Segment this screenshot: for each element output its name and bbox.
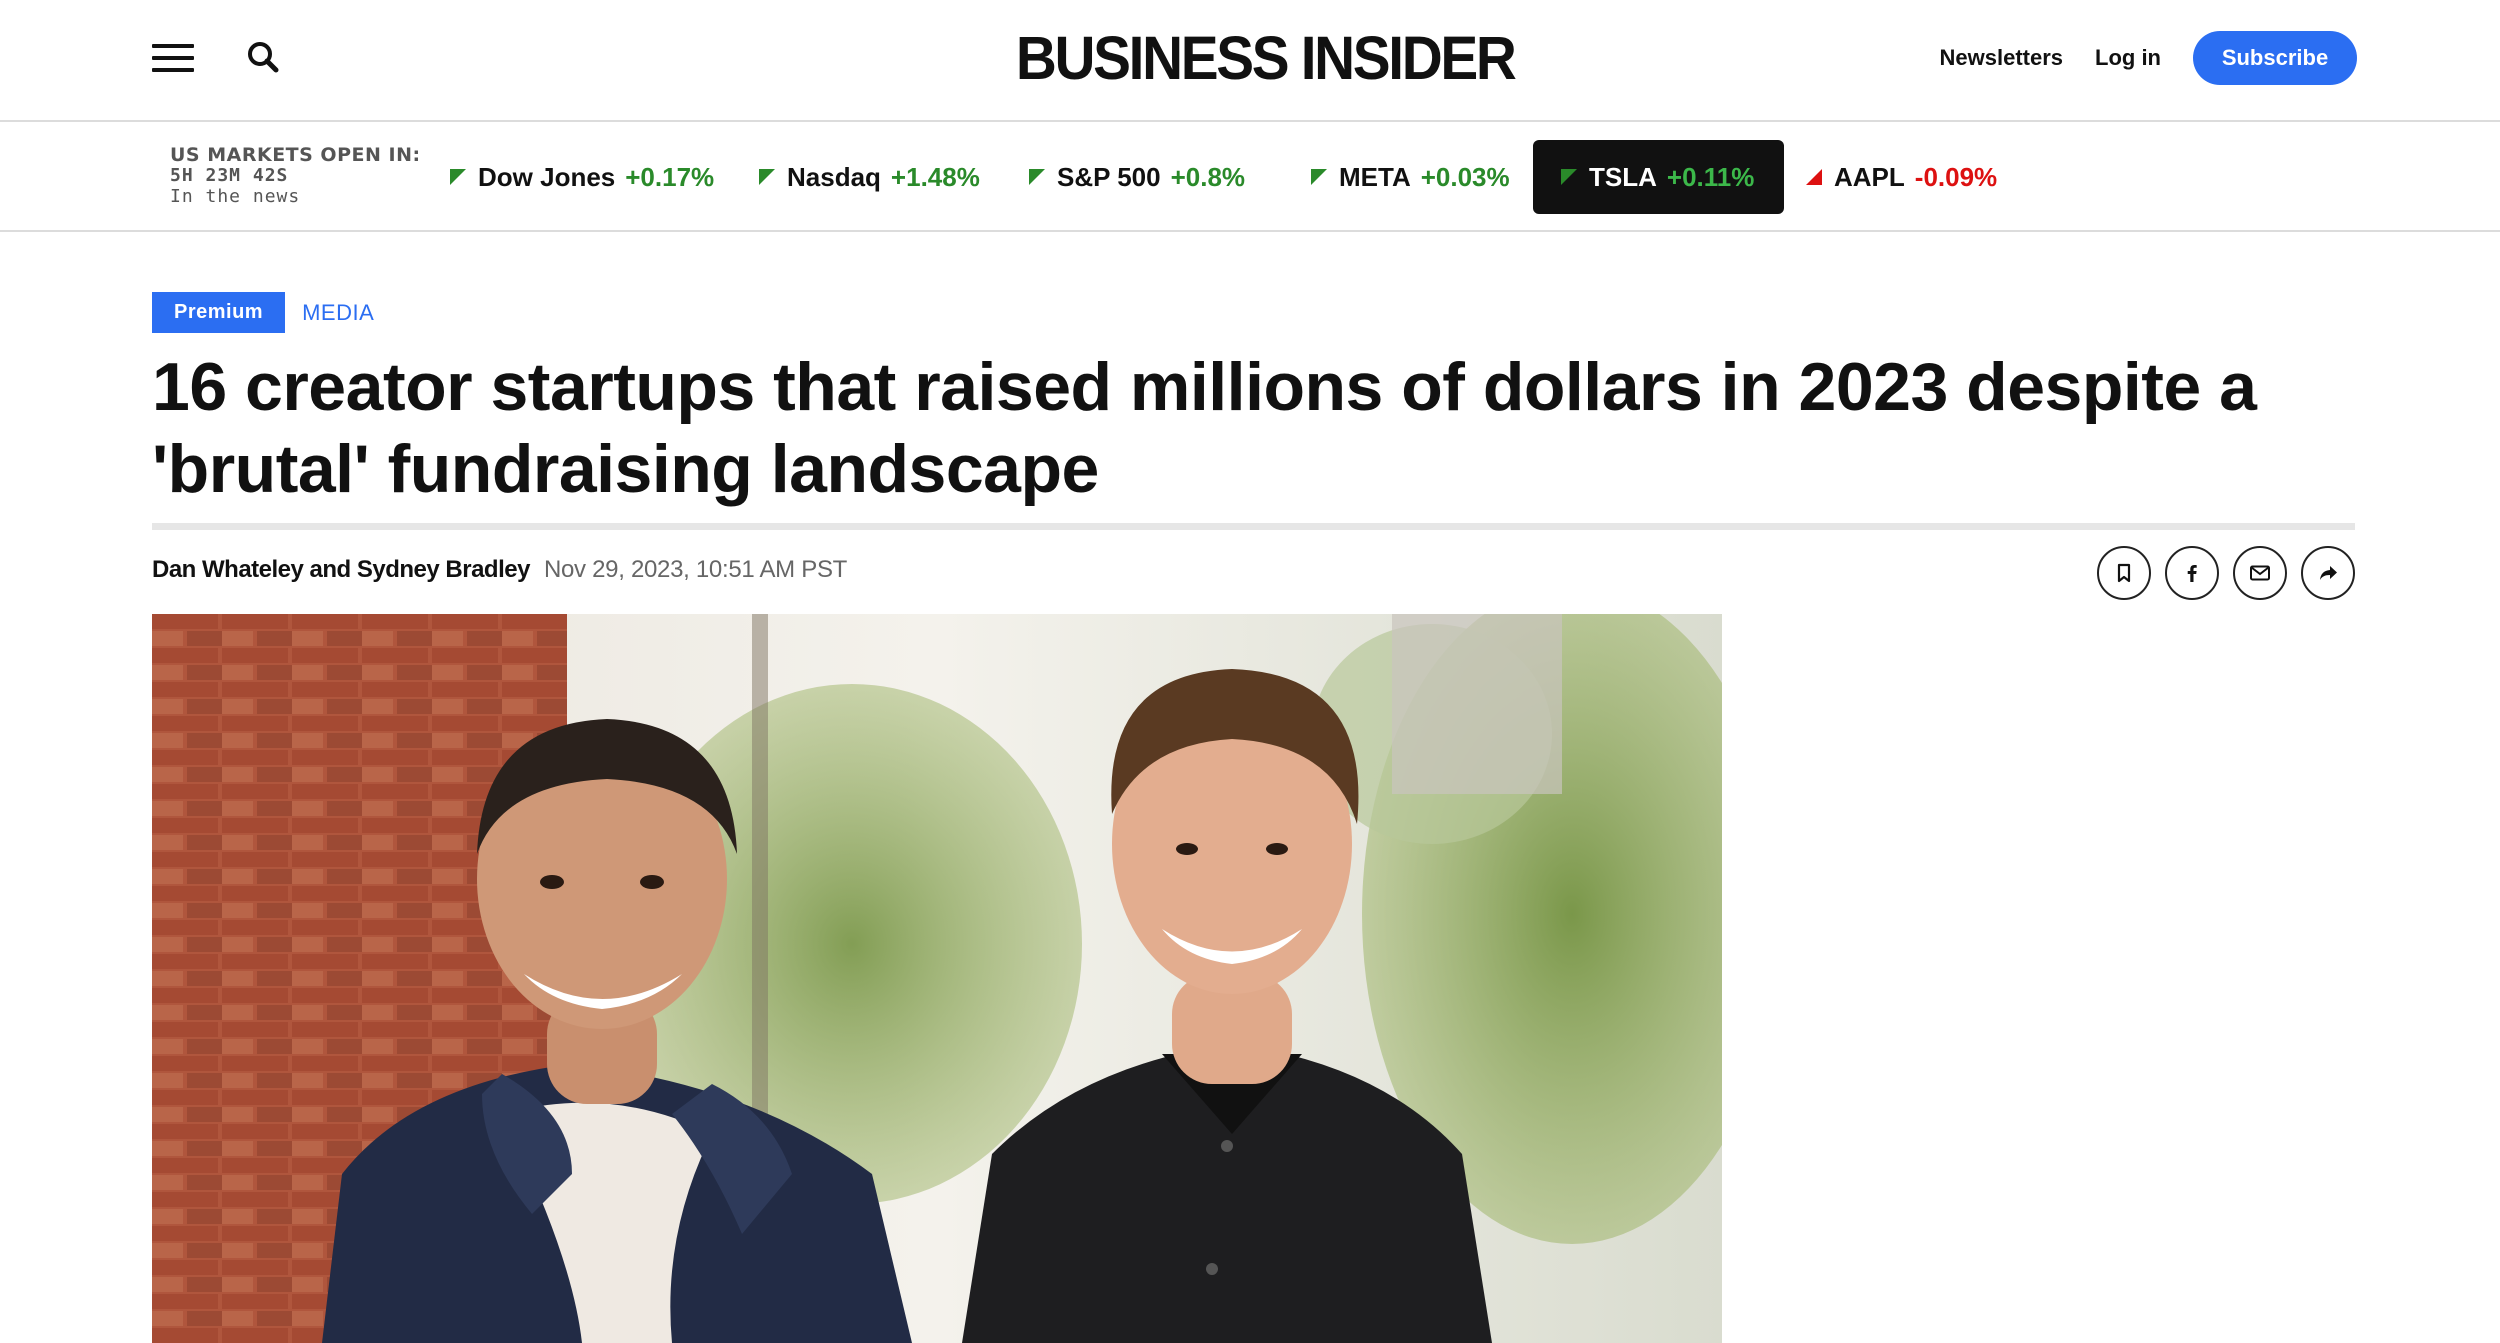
market-status: US MARKETS OPEN IN: 5H 23M 42S In the ne… bbox=[170, 144, 430, 208]
headline-divider bbox=[152, 523, 2355, 530]
article-headline: 16 creator startups that raised millions… bbox=[152, 349, 2257, 507]
publish-date: Nov 29, 2023, 10:51 AM PST bbox=[543, 556, 848, 583]
ticker-change: +0.8% bbox=[1170, 161, 1246, 192]
markets-ticker-bar: US MARKETS OPEN IN: 5H 23M 42S In the ne… bbox=[0, 122, 2500, 232]
ticker-change: +1.48% bbox=[890, 161, 980, 192]
ticker-sp500[interactable]: S&P 500 +0.8% bbox=[1029, 140, 1245, 214]
hamburger-menu-icon[interactable] bbox=[152, 40, 196, 76]
bookmark-icon[interactable] bbox=[2097, 546, 2151, 600]
ticker-change: +0.17% bbox=[625, 161, 715, 192]
site-logo[interactable]: BUSINESS INSIDER bbox=[1016, 26, 1517, 90]
market-countdown: 5H 23M 42S bbox=[170, 165, 289, 186]
ticker-change: -0.09% bbox=[1914, 161, 1998, 192]
byline: Dan Whateley and Sydney Bradley Nov 29, … bbox=[152, 556, 847, 584]
ticker-name: Nasdaq bbox=[787, 161, 881, 192]
trend-up-icon bbox=[759, 169, 775, 185]
category-link[interactable]: MEDIA bbox=[302, 300, 374, 326]
ticker-dow-jones[interactable]: Dow Jones +0.17% bbox=[450, 140, 714, 214]
facebook-icon[interactable] bbox=[2165, 546, 2219, 600]
trend-up-icon bbox=[1311, 169, 1327, 185]
trend-up-icon bbox=[1029, 169, 1045, 185]
ticker-change: +0.03% bbox=[1420, 161, 1510, 192]
ticker-name: S&P 500 bbox=[1057, 161, 1161, 192]
ticker-tsla[interactable]: TSLA +0.11% bbox=[1533, 140, 1785, 214]
site-header: BUSINESS INSIDER Newsletters Log in Subs… bbox=[0, 0, 2500, 122]
market-status-label: US MARKETS OPEN IN: bbox=[170, 144, 421, 166]
author-names[interactable]: Dan Whateley and Sydney Bradley bbox=[152, 556, 530, 584]
article-labels: Premium MEDIA bbox=[152, 292, 374, 333]
ticker-change: +0.11% bbox=[1666, 161, 1755, 192]
article-hero-image bbox=[152, 614, 1722, 1343]
ticker-aapl[interactable]: AAPL -0.09% bbox=[1806, 140, 1997, 214]
ticker-nasdaq[interactable]: Nasdaq +1.48% bbox=[759, 140, 980, 214]
email-icon[interactable] bbox=[2233, 546, 2287, 600]
subscribe-button[interactable]: Subscribe bbox=[2193, 31, 2357, 85]
ticker-meta[interactable]: META +0.03% bbox=[1311, 140, 1510, 214]
share-actions bbox=[2083, 546, 2355, 600]
trend-up-icon bbox=[1561, 169, 1577, 185]
ticker-name: META bbox=[1339, 161, 1411, 192]
in-the-news-label[interactable]: In the news bbox=[170, 186, 430, 208]
search-icon[interactable] bbox=[244, 38, 284, 78]
ticker-name: Dow Jones bbox=[478, 161, 616, 192]
ticker-name: TSLA bbox=[1589, 161, 1657, 192]
login-link[interactable]: Log in bbox=[2095, 45, 2161, 71]
ticker-name: AAPL bbox=[1834, 161, 1905, 192]
premium-badge: Premium bbox=[152, 292, 286, 333]
trend-down-icon bbox=[1806, 169, 1822, 185]
trend-up-icon bbox=[450, 169, 466, 185]
header-actions: Newsletters Log in Subscribe bbox=[1940, 31, 2357, 85]
share-icon[interactable] bbox=[2301, 546, 2355, 600]
newsletters-link[interactable]: Newsletters bbox=[1940, 45, 2064, 71]
